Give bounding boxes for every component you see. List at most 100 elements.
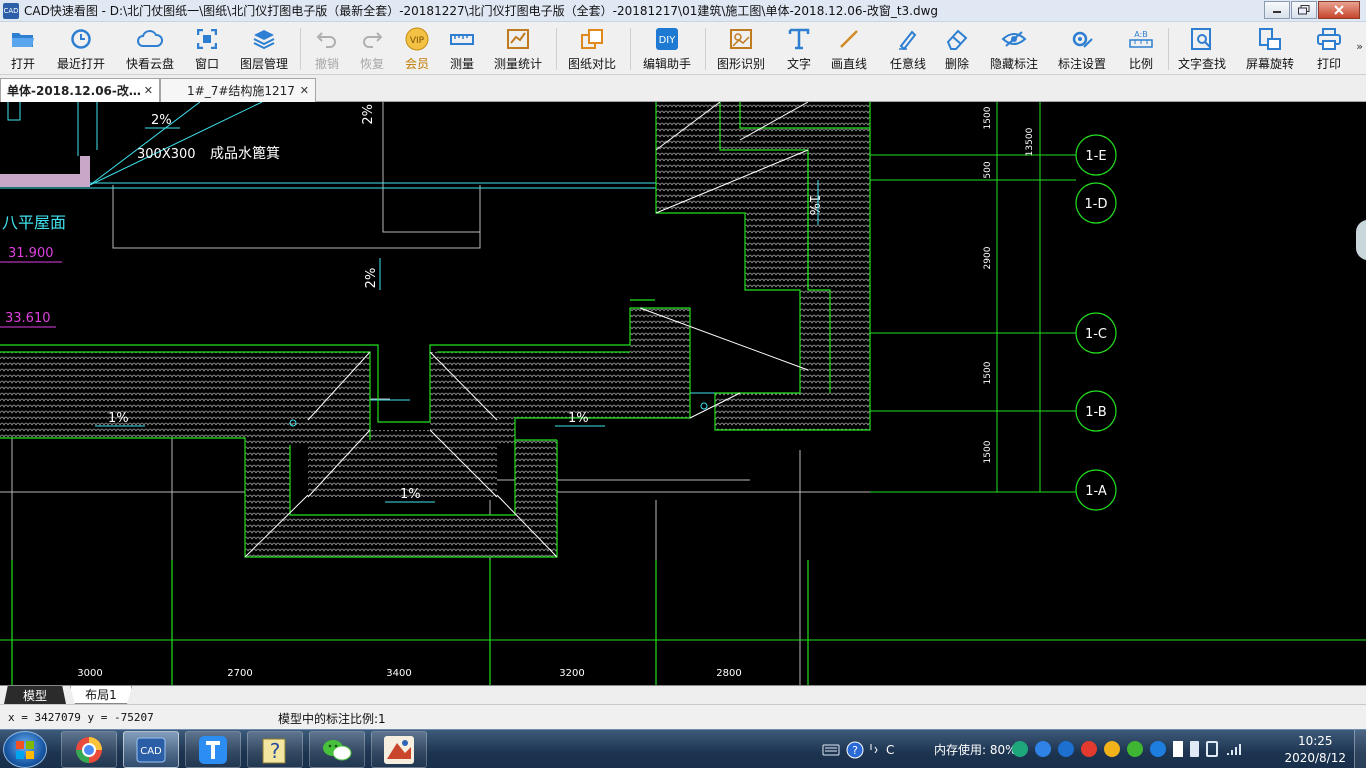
drawing-canvas[interactable]: 1-E 1-D 1-C 1-B 1-A 1500 500 2900 1500 1… — [0, 102, 1366, 685]
taskbar-wechat[interactable] — [309, 731, 365, 768]
minimize-icon — [1273, 11, 1281, 13]
axis-label: 1-A — [1085, 484, 1107, 499]
tray-app-icon[interactable] — [1104, 741, 1120, 757]
dim-text: 3000 — [77, 668, 102, 679]
keyboard-icon — [822, 744, 840, 755]
print-icon — [1314, 25, 1344, 53]
toolbar-label: 标注设置 — [1057, 57, 1106, 71]
tray-bluetooth-icon[interactable] — [1173, 741, 1183, 757]
rotate-screen-button[interactable]: 屏幕旋转 — [1244, 25, 1296, 73]
compare-icon — [577, 25, 607, 53]
slope-text: 2% — [361, 104, 376, 125]
tray-weibo-icon[interactable] — [1081, 741, 1097, 757]
bottom-dimension-texts: 3000 2700 3400 3200 2800 — [77, 668, 741, 679]
text-tool-button[interactable]: 文字 — [782, 25, 816, 73]
tray-app-icon[interactable] — [1012, 741, 1028, 757]
layer-manager-button[interactable]: 图层管理 — [238, 25, 290, 73]
close-button[interactable] — [1318, 1, 1360, 19]
battery-icon[interactable] — [1190, 741, 1199, 757]
svg-text:?: ? — [270, 739, 281, 763]
freehand-line-button[interactable]: 任意线 — [886, 25, 930, 73]
volume-icon[interactable] — [1206, 741, 1218, 757]
toolbar-label: 最近打开 — [56, 57, 105, 71]
input-method-icon[interactable] — [868, 741, 880, 759]
tab-close-icon[interactable]: ✕ — [144, 84, 153, 97]
toolbar-label: 撤销 — [314, 57, 339, 71]
text-search-icon — [1187, 25, 1217, 53]
shape-recognize-icon — [726, 25, 756, 53]
tray-app-icon[interactable] — [1058, 741, 1074, 757]
show-desktop-button[interactable] — [1354, 730, 1366, 768]
toolbar-label: 文字查找 — [1177, 57, 1226, 71]
draw-line-button[interactable]: 画直线 — [827, 25, 871, 73]
recent-open-button[interactable]: 最近打开 — [55, 25, 107, 73]
delete-button[interactable]: 删除 — [940, 25, 974, 73]
drawing-compare-button[interactable]: 图纸对比 — [566, 25, 618, 73]
tray-gear-icon[interactable] — [1035, 741, 1051, 757]
vertical-dimension-texts: 1500 500 2900 1500 1500 13500 — [983, 106, 1035, 463]
redo-button[interactable]: 恢复 — [355, 25, 389, 73]
toolbar-label: 测量统计 — [493, 57, 542, 71]
scale-button[interactable]: A:B 比例 — [1124, 25, 1158, 73]
edit-helper-icon: DIY — [652, 25, 682, 53]
doc-app-icon — [199, 735, 227, 764]
taskbar-browser[interactable] — [61, 731, 117, 768]
taskbar-tencent-doc[interactable] — [185, 731, 241, 768]
annotation-settings-button[interactable]: 标注设置 — [1056, 25, 1108, 73]
folder-open-icon — [8, 25, 38, 53]
measure-stats-button[interactable]: 测量统计 — [492, 25, 544, 73]
browser-icon — [76, 736, 102, 763]
toolbar-separator — [630, 28, 631, 70]
document-tab-active[interactable]: 单体-2018.12.06-改… ✕ — [0, 78, 160, 102]
tray-letter[interactable]: C — [886, 743, 894, 757]
toolbar-label: 恢复 — [359, 57, 384, 71]
measure-stats-icon — [503, 25, 533, 53]
document-tab[interactable]: 1#_7#结构施1217 ✕ — [160, 78, 316, 102]
window-button[interactable]: 窗口 — [190, 25, 224, 73]
edit-helper-button[interactable]: DIY 编辑助手 — [641, 25, 693, 73]
hide-annotation-button[interactable]: 隐藏标注 — [988, 25, 1040, 73]
system-tray: ? C — [822, 730, 894, 768]
scale-icon: A:B — [1126, 25, 1156, 53]
layout-tabs: 模型 布局1 — [0, 685, 1366, 704]
fixture-text: 成品水篦箕 — [210, 145, 280, 162]
toolbar-separator — [300, 28, 301, 70]
toolbar-label: 快看云盘 — [125, 57, 174, 71]
toolbar-label: 删除 — [944, 57, 969, 71]
print-button[interactable]: 打印 — [1312, 25, 1346, 73]
measure-button[interactable]: 测量 — [445, 25, 479, 73]
status-bar: x = 3427079 y = -75207 模型中的标注比例:1 — [0, 704, 1366, 729]
text-search-button[interactable]: 文字查找 — [1176, 25, 1228, 73]
system-clock[interactable]: 10:25 2020/8/12 — [1284, 733, 1346, 767]
eraser-icon — [942, 25, 972, 53]
redo-icon — [357, 25, 387, 53]
rotate-screen-icon — [1255, 25, 1285, 53]
network-signal-icon[interactable] — [1225, 741, 1241, 757]
tray-app-icon[interactable] — [1150, 741, 1166, 757]
tray-wechat-icon[interactable] — [1127, 741, 1143, 757]
help-tray-icon[interactable]: ? — [846, 741, 864, 759]
open-button[interactable]: 打开 — [6, 25, 40, 73]
taskbar-cad-viewer[interactable]: CAD — [123, 731, 179, 768]
toolbar-overflow-button[interactable]: » — [1356, 40, 1363, 53]
start-button[interactable] — [3, 731, 47, 768]
cloud-disk-button[interactable]: 快看云盘 — [124, 25, 176, 73]
slope-text: 1% — [400, 487, 421, 502]
tab-model[interactable]: 模型 — [4, 686, 66, 704]
undo-button[interactable]: 撤销 — [310, 25, 344, 73]
restore-button[interactable] — [1291, 1, 1317, 19]
clock-time: 10:25 — [1297, 734, 1333, 748]
side-panel-handle[interactable] — [1356, 220, 1366, 260]
close-icon — [1334, 5, 1344, 15]
toolbar-label: 打印 — [1316, 57, 1341, 71]
taskbar-photo-app[interactable] — [371, 731, 427, 768]
tab-label: 单体-2018.12.06-改… — [7, 84, 141, 98]
tab-close-icon[interactable]: ✕ — [300, 84, 309, 97]
tab-layout1[interactable]: 布局1 — [70, 686, 132, 704]
help-icon: ? — [262, 738, 286, 763]
taskbar-help[interactable]: ? — [247, 731, 303, 768]
minimize-button[interactable] — [1264, 1, 1290, 19]
shape-recognize-button[interactable]: 图形识别 — [715, 25, 767, 73]
toolbar-label: 任意线 — [889, 57, 926, 71]
vip-button[interactable]: VIP 会员 — [400, 25, 434, 73]
